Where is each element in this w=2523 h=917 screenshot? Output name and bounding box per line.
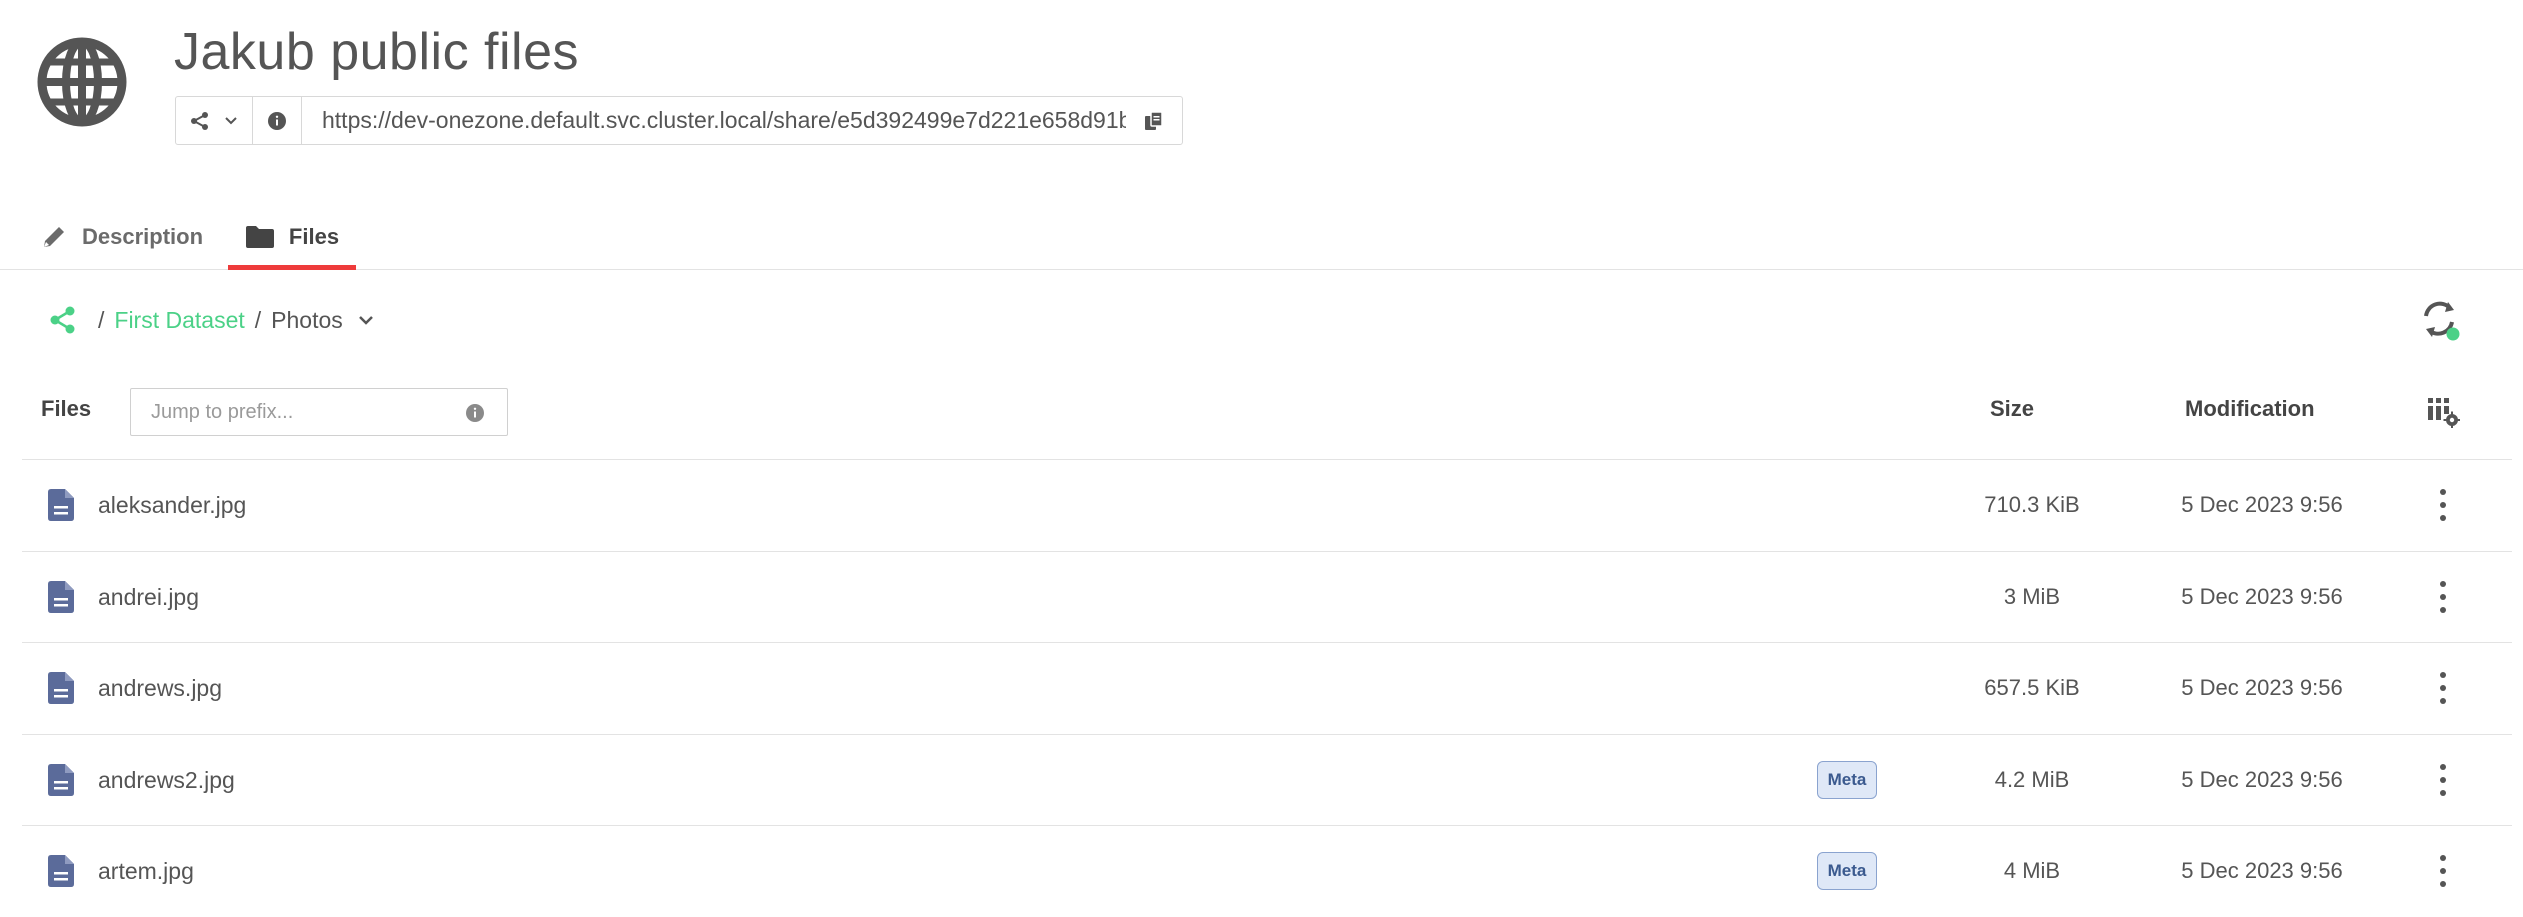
folder-icon bbox=[245, 226, 274, 248]
file-name[interactable]: andrei.jpg bbox=[98, 584, 199, 611]
tab-files-label: Files bbox=[288, 224, 340, 249]
breadcrumb-item-first-dataset[interactable]: First Dataset bbox=[114, 307, 244, 334]
copy-url-button[interactable] bbox=[1126, 97, 1182, 144]
table-row[interactable]: andrei.jpg 3 MiB 5 Dec 2023 9:56 bbox=[22, 552, 2512, 643]
jump-to-prefix-input[interactable] bbox=[151, 400, 451, 424]
refresh-icon[interactable] bbox=[2418, 298, 2462, 342]
file-icon bbox=[48, 855, 74, 887]
modification-column-header[interactable]: Modification bbox=[2185, 396, 2315, 422]
chevron-down-icon[interactable] bbox=[357, 314, 375, 326]
chevron-down-icon bbox=[225, 116, 237, 124]
file-modification: 5 Dec 2023 9:56 bbox=[2181, 858, 2343, 883]
more-options-icon[interactable] bbox=[2428, 762, 2458, 798]
columns-settings-icon[interactable] bbox=[2426, 394, 2460, 428]
share-url-text[interactable]: https://dev-onezone.default.svc.cluster.… bbox=[302, 97, 1126, 144]
file-modification: 5 Dec 2023 9:56 bbox=[2181, 492, 2343, 517]
file-size: 657.5 KiB bbox=[1984, 675, 2080, 700]
share-options-dropdown[interactable] bbox=[176, 97, 253, 144]
share-icon bbox=[191, 111, 208, 130]
globe-icon bbox=[37, 37, 127, 127]
tab-description[interactable]: Description bbox=[40, 205, 203, 269]
file-icon bbox=[48, 672, 74, 704]
share-url-bar: https://dev-onezone.default.svc.cluster.… bbox=[175, 96, 1183, 145]
files-table-header: Files Size Modification bbox=[22, 382, 2512, 460]
table-row[interactable]: artem.jpg Meta 4 MiB 5 Dec 2023 9:56 bbox=[22, 826, 2512, 917]
file-size: 710.3 KiB bbox=[1984, 492, 2080, 517]
page-title: Jakub public files bbox=[174, 23, 579, 81]
meta-badge[interactable]: Meta bbox=[1817, 760, 1877, 799]
file-icon bbox=[48, 580, 74, 613]
url-info-button[interactable] bbox=[253, 97, 302, 144]
pencil-icon bbox=[44, 227, 64, 247]
breadcrumb-item-photos[interactable]: Photos bbox=[271, 307, 343, 334]
file-name[interactable]: artem.jpg bbox=[98, 858, 194, 885]
size-column-header[interactable]: Size bbox=[1990, 396, 2034, 422]
meta-badge[interactable]: Meta bbox=[1817, 852, 1877, 890]
table-row[interactable]: andrews.jpg 657.5 KiB 5 Dec 2023 9:56 bbox=[22, 643, 2512, 735]
file-icon bbox=[48, 763, 74, 796]
file-icon bbox=[48, 489, 74, 521]
tab-bar: Description Files bbox=[0, 205, 2523, 270]
file-name[interactable]: andrews.jpg bbox=[98, 675, 222, 702]
file-size: 4.2 MiB bbox=[1994, 766, 2070, 792]
more-options-icon[interactable] bbox=[2428, 487, 2458, 523]
more-options-icon[interactable] bbox=[2428, 853, 2458, 889]
breadcrumb-separator: / bbox=[254, 306, 262, 333]
more-options-icon[interactable] bbox=[2428, 579, 2458, 615]
breadcrumb: / First Dataset / Photos bbox=[48, 300, 375, 340]
files-column-header: Files bbox=[41, 396, 92, 421]
info-icon bbox=[268, 111, 286, 130]
copy-icon bbox=[1145, 110, 1163, 130]
table-row[interactable]: aleksander.jpg 710.3 KiB 5 Dec 2023 9:56 bbox=[22, 460, 2512, 552]
jump-to-prefix-field[interactable] bbox=[130, 388, 508, 436]
files-table-body: aleksander.jpg 710.3 KiB 5 Dec 2023 9:56… bbox=[22, 460, 2512, 917]
file-modification: 5 Dec 2023 9:56 bbox=[2181, 766, 2343, 792]
file-size: 4 MiB bbox=[2003, 858, 2061, 883]
file-name[interactable]: andrews2.jpg bbox=[98, 767, 235, 794]
file-size: 3 MiB bbox=[2003, 583, 2061, 609]
share-icon[interactable] bbox=[48, 305, 78, 335]
table-row[interactable]: andrews2.jpg Meta 4.2 MiB 5 Dec 2023 9:5… bbox=[22, 735, 2512, 826]
breadcrumb-separator: / bbox=[98, 306, 105, 333]
file-modification: 5 Dec 2023 9:56 bbox=[2181, 675, 2343, 700]
more-options-icon[interactable] bbox=[2428, 670, 2458, 706]
file-modification: 5 Dec 2023 9:56 bbox=[2181, 583, 2343, 609]
file-name[interactable]: aleksander.jpg bbox=[98, 492, 246, 519]
tab-files[interactable]: Files bbox=[228, 205, 356, 270]
tab-description-label: Description bbox=[82, 224, 204, 249]
info-icon[interactable] bbox=[465, 403, 485, 423]
